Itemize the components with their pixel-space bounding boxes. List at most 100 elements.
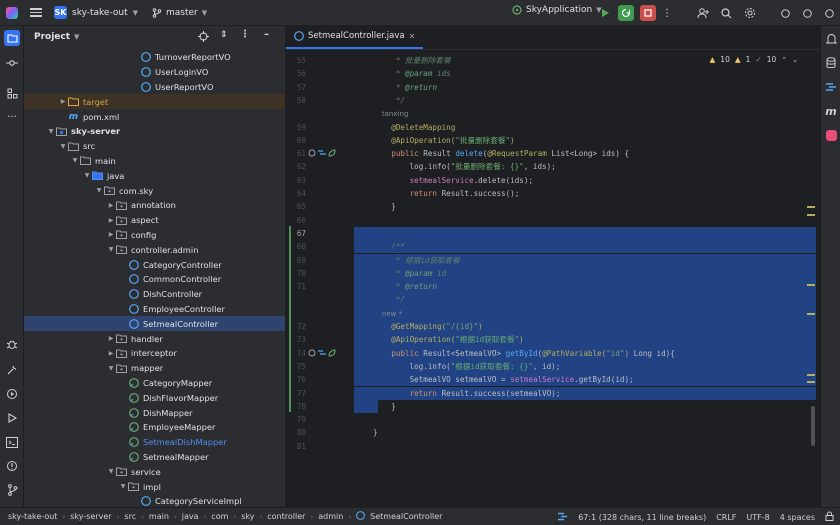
services-tool-icon[interactable] [4, 386, 20, 402]
tree-node[interactable]: ▼ service [24, 464, 285, 479]
project-tool-icon[interactable] [4, 30, 20, 46]
problems-tool-icon[interactable] [4, 458, 20, 474]
breadcrumb-item[interactable]: controller [267, 512, 305, 521]
tree-node[interactable]: ▼ sky-server [24, 124, 285, 139]
chevron-down-icon[interactable]: ▼ [94, 187, 104, 194]
code-line[interactable]: 78 } [286, 400, 820, 413]
code-line[interactable]: 71 * @return [286, 280, 820, 293]
code-line[interactable]: 67 [286, 227, 820, 240]
file-encoding[interactable]: UTF-8 [746, 513, 769, 522]
vcs-branch-widget[interactable]: master ▼ [152, 8, 207, 18]
code-line[interactable]: 61 public Result delete(@RequestParam Li… [286, 147, 820, 160]
plugin-icon[interactable] [824, 128, 838, 142]
code-line[interactable]: 58 */ [286, 94, 820, 107]
tree-node[interactable]: SetmealDishMapper [24, 435, 285, 450]
expand-all-icon[interactable]: ⇕ [220, 30, 228, 40]
breadcrumb-item[interactable]: sky-take-out [8, 512, 57, 521]
commit-tool-icon[interactable] [4, 55, 20, 71]
panel-options-icon[interactable]: ⋮ [240, 29, 250, 40]
code-line[interactable]: 56 * @param ids [286, 67, 820, 80]
error-stripe-mark[interactable] [807, 381, 815, 383]
chevron-down-icon[interactable]: ▼ [106, 246, 116, 253]
error-stripe-mark[interactable] [807, 214, 815, 216]
code-line[interactable]: 80} [286, 426, 820, 439]
main-menu-icon[interactable] [30, 8, 42, 17]
code-line[interactable]: 68 /** [286, 240, 820, 253]
breadcrumb-item[interactable]: admin [318, 512, 343, 521]
tree-node[interactable]: ▶ handler [24, 331, 285, 346]
chevron-down-icon[interactable]: ▼ [46, 128, 56, 135]
breadcrumb-item[interactable]: java [182, 512, 199, 521]
project-switcher[interactable]: SK sky-take-out ▼ [54, 6, 138, 19]
code-line[interactable]: */ [286, 293, 820, 306]
chevron-right-icon[interactable]: ▶ [106, 217, 116, 224]
code-line[interactable]: 77 return Result.success(setmealVO); [286, 387, 820, 400]
tree-node[interactable]: DishMapper [24, 405, 285, 420]
breadcrumb-item[interactable]: sky-server [70, 512, 111, 521]
tree-node[interactable]: ▶ aspect [24, 213, 285, 228]
debug-tool-icon[interactable] [4, 336, 20, 352]
tree-node[interactable]: UserReportVO [24, 80, 285, 95]
breadcrumb-item[interactable]: com [211, 512, 228, 521]
tab-setmeal-controller[interactable]: SetmealController.java ✕ [286, 25, 424, 49]
tree-node[interactable]: CategoryMapper [24, 376, 285, 391]
endpoints-icon[interactable] [824, 80, 838, 94]
tree-node[interactable]: ▼ controller.admin [24, 242, 285, 257]
tree-node[interactable]: m pom.xml [24, 109, 285, 124]
readonly-lock-icon[interactable] [825, 511, 834, 523]
run-config-selector[interactable]: SkyApplication ▼ [512, 5, 602, 15]
close-icon[interactable] [818, 8, 840, 18]
maximize-icon[interactable] [796, 8, 818, 18]
tree-node[interactable]: ▶ annotation [24, 198, 285, 213]
tree-node[interactable]: EmployeeMapper [24, 420, 285, 435]
terminal-tool-icon[interactable] [4, 434, 20, 450]
minimize-icon[interactable] [774, 8, 796, 18]
breadcrumb-item[interactable]: main [149, 512, 169, 521]
close-tab-icon[interactable]: ✕ [409, 32, 416, 41]
tree-node[interactable]: CategoryServiceImpl [24, 494, 285, 507]
gutter-icons[interactable] [308, 349, 336, 357]
editor-scrollbar[interactable] [811, 406, 815, 446]
line-separator[interactable]: CRLF [716, 513, 736, 522]
settings-gear-icon[interactable] [738, 7, 762, 19]
chevron-right-icon[interactable]: ▶ [106, 202, 116, 209]
database-icon[interactable] [824, 56, 838, 70]
git-tool-icon[interactable] [4, 482, 20, 498]
project-panel-title[interactable]: Project [34, 32, 70, 42]
tree-node[interactable]: ▼ java [24, 168, 285, 183]
caret-position[interactable]: 67:1 (328 chars, 11 line breaks) [578, 513, 706, 522]
tree-node[interactable]: CategoryController [24, 257, 285, 272]
chevron-right-icon[interactable]: ▶ [106, 350, 116, 357]
maven-icon[interactable]: m [824, 104, 838, 118]
tree-node[interactable]: EmployeeController [24, 302, 285, 317]
code-line[interactable]: 75 log.info("根据id获取套餐: {}", id); [286, 360, 820, 373]
code-line[interactable]: 65 } [286, 200, 820, 213]
code-line[interactable]: 64 return Result.success(); [286, 187, 820, 200]
tree-node[interactable]: ▼ main [24, 154, 285, 169]
error-stripe-mark[interactable] [807, 206, 815, 208]
spring-gutter-icon[interactable] [328, 149, 336, 157]
chevron-down-icon[interactable]: ▼ [118, 483, 128, 490]
code-line[interactable]: 66 [286, 214, 820, 227]
tree-node[interactable]: ▶ config [24, 228, 285, 243]
more-actions-icon[interactable]: ⋮ [656, 8, 678, 19]
tree-node[interactable]: ▼ mapper [24, 361, 285, 376]
tree-node[interactable]: DishFlavorMapper [24, 390, 285, 405]
code-line[interactable]: 74 public Result<SetmealVO> getById(@Pat… [286, 347, 820, 360]
code-line[interactable]: 57 * @return [286, 81, 820, 94]
breadcrumb-item[interactable]: sky [241, 512, 254, 521]
chevron-right-icon[interactable]: ▶ [106, 231, 116, 238]
endpoint-gutter-icon[interactable] [308, 349, 316, 357]
gutter-icons[interactable] [308, 149, 336, 157]
code-line[interactable]: 73 @ApiOperation("根据id获取套餐") [286, 333, 820, 346]
api-gutter-icon[interactable] [318, 349, 326, 357]
locate-icon[interactable] [198, 31, 209, 45]
code-line[interactable]: 76 SetmealVO setmealVO = setmealService.… [286, 373, 820, 386]
chevron-down-icon[interactable]: ▼ [82, 172, 92, 179]
run-tool-icon[interactable] [4, 410, 20, 426]
rerun-button[interactable] [618, 5, 634, 21]
tree-node[interactable]: ▶ interceptor [24, 346, 285, 361]
search-icon[interactable] [714, 7, 738, 19]
tree-node[interactable]: CommonController [24, 272, 285, 287]
chevron-right-icon[interactable]: ▶ [106, 335, 116, 342]
